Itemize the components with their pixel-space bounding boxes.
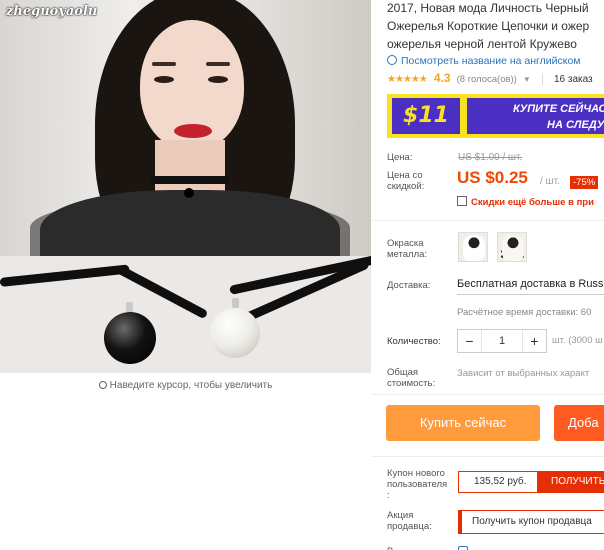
label-line: : bbox=[387, 490, 390, 501]
model-brow-left bbox=[152, 62, 176, 66]
model-dress bbox=[40, 190, 340, 256]
price-unit: / шт. bbox=[540, 176, 560, 187]
clasp-right bbox=[232, 298, 239, 308]
swatch-image bbox=[463, 235, 485, 261]
model-lips bbox=[174, 124, 212, 138]
product-title-line: 2017, Новая мода Личность Черный bbox=[387, 1, 589, 15]
zoom-hint: Наведите курсор, чтобы увеличить bbox=[0, 380, 371, 391]
divider bbox=[372, 394, 604, 395]
star-rating-icon: ★★★★★ bbox=[387, 74, 428, 85]
quantity-increase-button[interactable]: + bbox=[522, 330, 546, 352]
app-discount-link[interactable]: Скидки ещё больше в при bbox=[457, 195, 594, 208]
orders-count: 16 заказ bbox=[553, 74, 593, 85]
promo-banner[interactable]: $11 КУПИТЕ СЕЙЧАС НА СЛЕДУ bbox=[387, 94, 604, 138]
black-bead bbox=[104, 312, 156, 364]
rating-row: ★★★★★ 4.3 (8 голоса(ов)) ▼ 16 заказ bbox=[387, 71, 593, 87]
get-coupon-button[interactable]: ПОЛУЧИТЬ bbox=[538, 471, 604, 493]
seller-promo-label: Акция продавца: bbox=[387, 510, 432, 532]
divider bbox=[372, 456, 604, 457]
total-label: Общая стоимость: bbox=[387, 367, 435, 389]
color-swatch[interactable] bbox=[497, 232, 527, 262]
pearl-bead bbox=[210, 308, 260, 358]
new-user-coupon-amount: 135,52 руб. bbox=[458, 471, 538, 493]
label-line: Окраска bbox=[387, 238, 424, 249]
current-price: US $0.25 bbox=[457, 168, 528, 187]
necklace-closeup bbox=[0, 256, 371, 373]
app-discount-text: Скидки ещё больше в при bbox=[471, 197, 594, 208]
model-brow-right bbox=[206, 62, 230, 66]
choker-band bbox=[150, 176, 230, 184]
discount-badge: -75% bbox=[570, 176, 599, 189]
reviews-link[interactable]: (8 голоса(ов)) bbox=[457, 74, 517, 85]
rating-value: 4.3 bbox=[433, 71, 451, 85]
translate-title-text: Посмотреть название на английском bbox=[401, 55, 581, 67]
color-swatch[interactable] bbox=[458, 232, 488, 262]
promo-text-line: НА СЛЕДУ bbox=[547, 119, 604, 131]
shipping-option[interactable]: Бесплатная доставка в Russi bbox=[457, 278, 604, 290]
quantity-stepper: − 1 + bbox=[457, 329, 547, 353]
add-to-cart-button[interactable]: Доба bbox=[554, 405, 604, 441]
quantity-decrease-button[interactable]: − bbox=[458, 330, 482, 352]
watermark: zheguoyaolu bbox=[6, 4, 98, 19]
quantity-input[interactable]: 1 bbox=[482, 330, 522, 352]
seller-coupon-button[interactable]: Получить купон продавца bbox=[458, 510, 604, 534]
bottom-label: В bbox=[387, 546, 393, 550]
chevron-down-icon[interactable]: ▼ bbox=[523, 75, 531, 84]
qr-code-icon bbox=[457, 196, 467, 206]
divider bbox=[541, 73, 543, 86]
magnifier-icon bbox=[98, 381, 107, 389]
label-line: Цена со bbox=[387, 170, 423, 181]
price-label: Цена: bbox=[387, 152, 413, 163]
delivery-time: Расчётное время доставки: 60 bbox=[457, 307, 592, 318]
product-image[interactable]: zheguoyaolu bbox=[0, 0, 371, 373]
discount-price-label: Цена со скидкой: bbox=[387, 170, 424, 192]
label-line: Акция bbox=[387, 510, 414, 521]
new-user-coupon-label: Купон нового пользователя : bbox=[387, 468, 447, 501]
total-value: Зависит от выбранных характ bbox=[457, 368, 590, 379]
product-title-line: ожерелья черной лентой Кружево bbox=[387, 37, 577, 51]
choker-bead bbox=[184, 188, 194, 198]
model-photo: zheguoyaolu bbox=[0, 0, 371, 256]
promo-text: КУПИТЕ СЕЙЧАС НА СЛЕДУ bbox=[467, 98, 604, 134]
metal-color-label: Окраска металла: bbox=[387, 238, 427, 260]
label-line: металла: bbox=[387, 249, 428, 260]
quantity-available: шт. (3000 ш bbox=[552, 335, 603, 346]
shipping-label: Доставка: bbox=[387, 280, 431, 291]
model-eye-right bbox=[208, 76, 228, 83]
buy-now-button[interactable]: Купить сейчас bbox=[386, 405, 540, 441]
shipping-underline bbox=[457, 294, 604, 295]
product-title-line: Ожерелья Короткие Цепочки и ожер bbox=[387, 19, 590, 33]
quantity-label: Количество: bbox=[387, 336, 441, 347]
checkbox[interactable] bbox=[458, 546, 468, 550]
cord-left bbox=[0, 264, 130, 287]
swatch-image bbox=[502, 235, 524, 261]
label-line: скидкой: bbox=[387, 181, 425, 192]
promo-text-line: КУПИТЕ СЕЙЧАС bbox=[513, 103, 604, 115]
zoom-hint-text: Наведите курсор, чтобы увеличить bbox=[109, 380, 273, 391]
label-line: Общая bbox=[387, 367, 419, 378]
promo-price: $11 bbox=[392, 98, 460, 134]
label-line: пользователя bbox=[387, 479, 448, 490]
old-price: US $1.00 / шт. bbox=[458, 152, 523, 163]
product-title: 2017, Новая мода Личность Черный Ожерель… bbox=[387, 0, 604, 53]
label-line: стоимость: bbox=[387, 378, 436, 389]
translate-title-link[interactable]: Посмотреть название на английском bbox=[387, 54, 581, 67]
model-eye-left bbox=[154, 76, 174, 83]
label-line: продавца: bbox=[387, 521, 432, 532]
label-line: Купон нового bbox=[387, 468, 445, 479]
globe-icon bbox=[387, 55, 397, 65]
product-details: 2017, Новая мода Личность Черный Ожерель… bbox=[372, 0, 604, 550]
clasp-left bbox=[126, 302, 133, 312]
divider bbox=[372, 220, 604, 221]
